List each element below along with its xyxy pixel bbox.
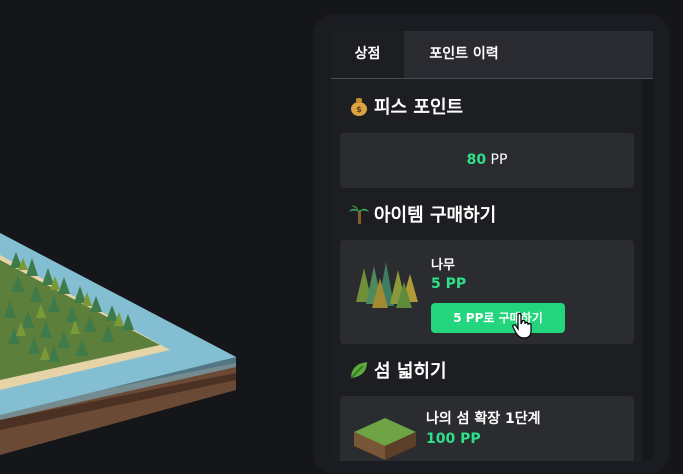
island-tile-image <box>354 418 416 460</box>
tree-item-image <box>356 262 418 308</box>
tree-item-price: 5 PP <box>431 276 467 292</box>
shop-panel: 상점 포인트 이력 $ 피스 포인트 80 PP 아이템 구매하기 나무 5 P… <box>331 31 653 461</box>
expand-section-title: 섬 넓히기 <box>348 357 447 383</box>
hand-cursor-icon <box>512 312 532 339</box>
island-expand-name: 나의 섬 확장 1단계 <box>426 411 541 427</box>
island-expand-card: 나의 섬 확장 1단계 100 PP <box>340 396 634 461</box>
island-expand-price: 100 PP <box>426 431 481 447</box>
points-section-title: $ 피스 포인트 <box>348 93 463 119</box>
tree-item-card: 나무 5 PP 5 PP로 구매하기 <box>340 240 634 344</box>
points-section-label: 피스 포인트 <box>374 97 464 118</box>
tree-item-name: 나무 <box>431 258 455 273</box>
tab-shop[interactable]: 상점 <box>331 31 404 78</box>
leaf-icon <box>348 359 370 381</box>
buy-tree-button[interactable]: 5 PP로 구매하기 <box>431 303 565 333</box>
shop-section-label: 아이템 구매하기 <box>374 205 497 226</box>
points-value: 80 <box>466 152 487 168</box>
tab-bar: 상점 포인트 이력 <box>331 31 653 79</box>
tab-point-history[interactable]: 포인트 이력 <box>404 31 524 78</box>
expand-section-label: 섬 넓히기 <box>374 361 447 382</box>
money-bag-icon: $ <box>348 95 370 117</box>
svg-text:$: $ <box>356 105 362 114</box>
points-unit: PP <box>486 152 508 168</box>
palm-tree-icon <box>348 203 370 225</box>
points-card: 80 PP <box>340 133 634 188</box>
scrollbar[interactable] <box>642 79 653 461</box>
shop-section-title: 아이템 구매하기 <box>348 201 496 227</box>
